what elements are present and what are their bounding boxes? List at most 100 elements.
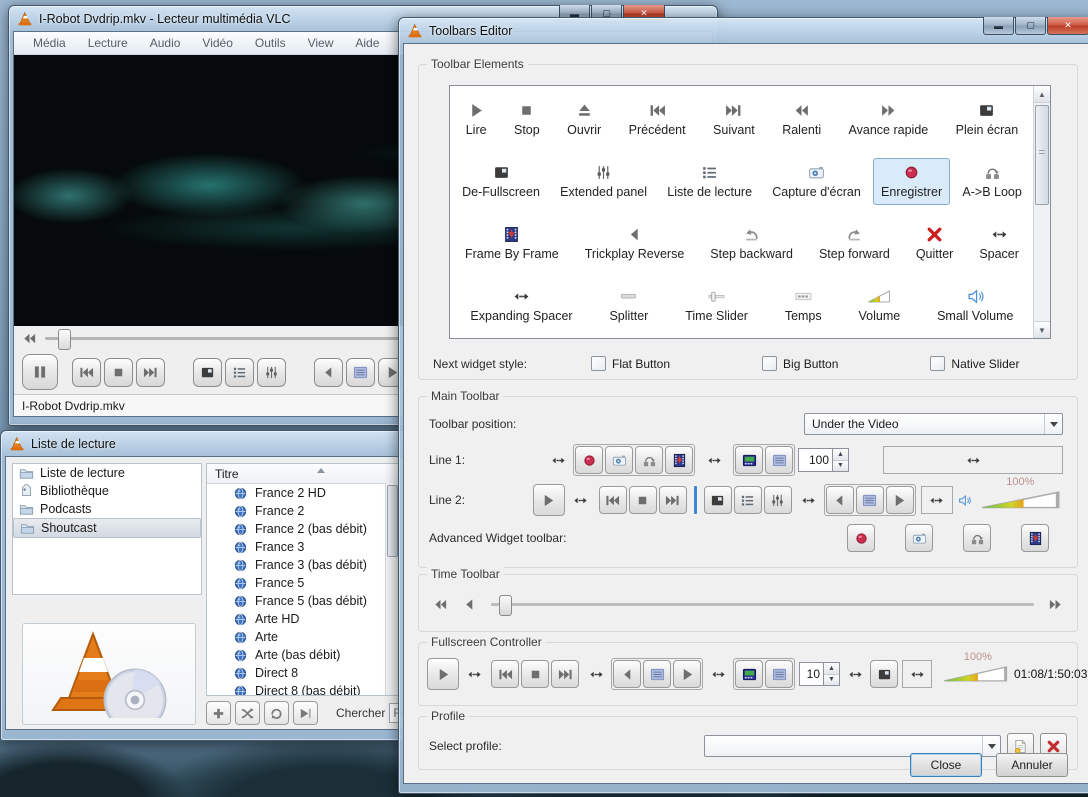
rewind-icon[interactable] [22, 331, 37, 346]
element-small-volume[interactable]: Small Volume [929, 282, 1021, 329]
big-button-checkbox[interactable]: Big Button [762, 356, 838, 371]
spacer-widget[interactable] [463, 667, 485, 682]
fullscreen-button[interactable] [870, 660, 898, 688]
cancel-button[interactable]: Annuler [996, 753, 1068, 777]
spacer-widget[interactable] [570, 493, 592, 508]
frame-by-frame-button[interactable] [1021, 524, 1049, 552]
element-ouvrir[interactable]: Ouvrir [559, 96, 609, 143]
fullscreen-button[interactable] [704, 486, 732, 514]
element-stop[interactable]: Stop [506, 96, 548, 143]
element-enregistrer[interactable]: Enregistrer [873, 158, 950, 205]
frame-by-frame-button[interactable] [665, 446, 693, 474]
teletext-page-spinbox[interactable]: 10 ▲▼ [799, 662, 840, 686]
sidebar-item-podcasts[interactable]: Podcasts [13, 500, 201, 518]
step-backward-button[interactable] [826, 486, 854, 514]
playback-mode-button[interactable] [293, 701, 318, 725]
scroll-down-arrow[interactable]: ▼ [1034, 321, 1050, 338]
element-precedent[interactable]: Précédent [621, 96, 694, 143]
close-dialog-button[interactable]: Close [910, 753, 982, 777]
playlist-item[interactable]: France 3 (bas débit) [207, 556, 399, 574]
dvd-menus-button[interactable] [735, 446, 763, 474]
sidebar-item-shoutcast[interactable]: Shoutcast [13, 518, 201, 538]
element-splitter[interactable]: Splitter [601, 282, 656, 329]
spacer-widget[interactable] [585, 667, 607, 682]
element-avance-rapide[interactable]: Avance rapide [841, 96, 937, 143]
small-volume-icon[interactable] [958, 493, 971, 508]
ab-loop-button[interactable] [635, 446, 663, 474]
previous-button[interactable] [599, 486, 627, 514]
repeat-button[interactable] [264, 701, 289, 725]
snapshot-button[interactable] [905, 524, 933, 552]
element-volume[interactable]: Volume [851, 282, 909, 329]
menu-video[interactable]: Vidéo [191, 33, 243, 53]
playlist-item[interactable]: France 5 (bas débit) [207, 592, 399, 610]
element-quitter[interactable]: Quitter [908, 220, 962, 267]
element-plein-ecran[interactable]: Plein écran [948, 96, 1027, 143]
play-button[interactable] [427, 658, 459, 690]
spin-up-icon[interactable]: ▲ [824, 663, 839, 674]
record-button[interactable] [575, 446, 603, 474]
playlist-item[interactable]: Arte (bas débit) [207, 646, 399, 664]
toolbar-position-select[interactable]: Under the Video [804, 413, 1063, 435]
spin-down-icon[interactable]: ▼ [824, 674, 839, 686]
element-spacer[interactable]: Spacer [971, 220, 1027, 267]
menu-outils[interactable]: Outils [244, 33, 297, 53]
element-temps[interactable]: Temps [777, 282, 830, 329]
element-frame-by-frame[interactable]: Frame By Frame [457, 220, 567, 267]
element-defullscreen[interactable]: De-Fullscreen [454, 158, 548, 205]
menu-audio[interactable]: Audio [139, 33, 192, 53]
element-extended-panel[interactable]: Extended panel [552, 158, 655, 205]
playlist-item[interactable]: France 2 HD [207, 484, 399, 502]
teletext-button[interactable] [765, 660, 793, 688]
volume-slider[interactable]: 100% [977, 489, 1063, 511]
extended-panel-button[interactable] [764, 486, 792, 514]
playlist-item[interactable]: Direct 8 [207, 664, 399, 682]
playlist-button[interactable] [734, 486, 762, 514]
volume-slider[interactable]: 100% [940, 664, 1010, 684]
ab-loop-button[interactable] [963, 524, 991, 552]
rewind-icon[interactable] [433, 597, 448, 612]
pause-button[interactable] [22, 354, 58, 390]
scrollbar-thumb[interactable] [1035, 105, 1049, 205]
menu-media[interactable]: Média [22, 33, 77, 53]
dvd-menus-button[interactable] [735, 660, 763, 688]
teletext-button[interactable] [765, 446, 793, 474]
seek-slider-thumb[interactable] [58, 329, 71, 350]
element-ab-loop[interactable]: A->B Loop [954, 158, 1029, 205]
shuffle-button[interactable] [235, 701, 260, 725]
time-slider-thumb[interactable] [499, 595, 512, 616]
frame-button[interactable] [643, 660, 671, 688]
element-trickplay-reverse[interactable]: Trickplay Reverse [577, 220, 693, 267]
next-button[interactable] [551, 660, 579, 688]
playlist-item[interactable]: France 2 [207, 502, 399, 520]
scrollbar-thumb[interactable] [387, 485, 398, 557]
close-button[interactable]: ✕ [1047, 17, 1088, 35]
sidebar-item-playlist[interactable]: Liste de lecture [13, 464, 201, 482]
element-suivant[interactable]: Suivant [705, 96, 763, 143]
fullscreen-button[interactable] [193, 358, 222, 387]
spacer-widget[interactable] [844, 667, 866, 682]
elements-scrollbar[interactable]: ▲ ▼ [1033, 86, 1050, 338]
element-time-slider[interactable]: Time Slider [677, 282, 756, 329]
spin-up-icon[interactable]: ▲ [833, 449, 848, 460]
step-forward-button[interactable] [886, 486, 914, 514]
dialog-titlebar[interactable]: Toolbars Editor ▬ ▢ ✕ [403, 18, 1088, 43]
stop-button[interactable] [104, 358, 133, 387]
spacer-widget[interactable] [798, 493, 820, 508]
element-expanding-spacer[interactable]: Expanding Spacer [462, 282, 580, 329]
fast-forward-icon[interactable] [1048, 597, 1063, 612]
playlist-item[interactable]: France 3 [207, 538, 399, 556]
playlist-titlebar[interactable]: Liste de lecture [5, 431, 407, 456]
step-backward-button[interactable] [613, 660, 641, 688]
element-step-forward[interactable]: Step forward [811, 220, 898, 267]
frame-button[interactable] [856, 486, 884, 514]
extended-panel-button[interactable] [257, 358, 286, 387]
step-forward-button[interactable] [673, 660, 701, 688]
line1-drop-zone[interactable] [883, 446, 1063, 474]
sidebar-item-library[interactable]: Bibliothèque [13, 482, 201, 500]
playlist-button[interactable] [225, 358, 254, 387]
element-ralenti[interactable]: Ralenti [774, 96, 829, 143]
teletext-page-spinbox[interactable]: 100 ▲▼ [798, 448, 849, 472]
snapshot-button[interactable] [605, 446, 633, 474]
maximize-button[interactable]: ▢ [1015, 17, 1046, 35]
